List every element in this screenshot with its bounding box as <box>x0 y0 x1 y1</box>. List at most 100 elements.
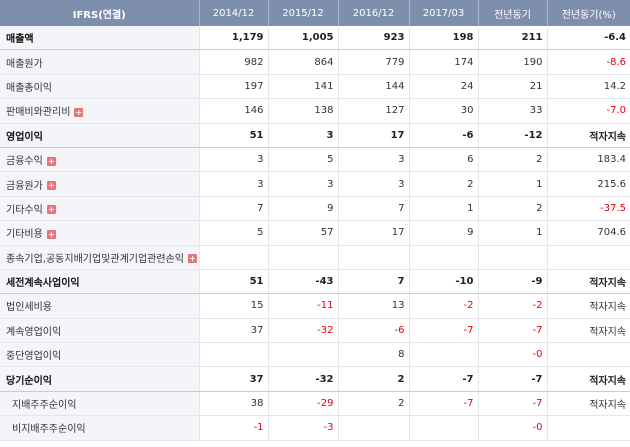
value-cell: 57 <box>267 220 338 246</box>
value-cell: -9 <box>477 269 547 295</box>
table-row: 기타비용 +5 57 17 9 1 704.6 <box>0 220 630 246</box>
value-cell: -0 <box>477 342 547 368</box>
value-cell <box>546 342 630 368</box>
row-label-cell: 법인세비용 <box>0 293 199 319</box>
value-cell: -43 <box>267 269 338 295</box>
table-row: 금융수익 +3 5 3 6 2 183.4 <box>0 147 630 173</box>
value-cell: 2 <box>337 366 409 392</box>
header-2016-12: 2016/12 <box>337 0 409 26</box>
value-cell: -3 <box>267 415 338 441</box>
value-cell: 923 <box>337 26 409 51</box>
value-cell: 33 <box>477 98 547 124</box>
table-row: 매출원가 982 864 779 174 190 -8.6 <box>0 49 630 75</box>
value-cell <box>267 245 338 270</box>
expand-plus-icon[interactable]: + <box>74 107 84 117</box>
value-cell <box>477 245 547 270</box>
value-cell: -11 <box>267 293 338 319</box>
expand-plus-icon[interactable]: + <box>46 229 56 239</box>
row-label: 종속기업,공동지배기업및관계기업관련손익 <box>6 253 184 265</box>
expand-plus-icon[interactable]: + <box>187 254 197 264</box>
expand-plus-icon[interactable]: + <box>46 205 56 215</box>
table-row: 매출액 1,179 1,005 923 198 211 -6.4 <box>0 26 630 51</box>
value-cell <box>198 245 268 270</box>
header-row: IFRS(연결) 2014/12 2015/12 2016/12 2017/03… <box>0 0 630 26</box>
row-label: 법인세비용 <box>6 302 52 314</box>
value-cell: -6.4 <box>546 26 630 51</box>
value-cell: 13 <box>337 293 409 319</box>
value-cell: 211 <box>477 26 547 51</box>
value-cell: 146 <box>198 98 268 124</box>
value-cell: 174 <box>408 49 478 75</box>
value-cell: -6 <box>337 318 409 344</box>
value-cell: 183.4 <box>546 147 630 173</box>
value-cell: 197 <box>198 74 268 100</box>
row-label-cell: 기타비용 + <box>0 220 199 246</box>
table-body: 매출액 1,179 1,005 923 198 211 -6.4 매출원가 982 864 779 1… <box>0 26 630 441</box>
value-cell: -37.5 <box>546 196 630 222</box>
header-2017-03: 2017/03 <box>408 0 478 26</box>
value-cell: -1 <box>198 415 268 441</box>
value-cell <box>337 415 409 441</box>
value-cell: -7 <box>408 366 478 392</box>
header-2015-12: 2015/12 <box>267 0 338 26</box>
value-cell: 3 <box>198 171 268 197</box>
value-cell <box>408 415 478 441</box>
row-label: 영업이익 <box>6 131 43 143</box>
row-label: 금융원가 <box>6 180 43 192</box>
value-cell: -32 <box>267 318 338 344</box>
row-label-cell: 계속영업이익 <box>0 318 199 344</box>
value-cell: 9 <box>408 220 478 246</box>
value-cell: -12 <box>477 123 547 148</box>
value-cell: 37 <box>198 318 268 344</box>
value-cell: 190 <box>477 49 547 75</box>
table-row: 영업이익 51 3 17 -6 -12 적자지속 <box>0 123 630 148</box>
row-label-cell: 비지배주주순이익 <box>0 415 199 441</box>
row-label-cell: 당기순이익 <box>0 366 199 392</box>
value-cell <box>408 342 478 368</box>
value-cell: 51 <box>198 123 268 148</box>
value-cell <box>546 415 630 441</box>
header-prev-period-pct: 전년동기(%) <box>546 0 630 26</box>
value-cell: 1 <box>477 171 547 197</box>
value-cell: 1 <box>408 196 478 222</box>
value-cell <box>546 245 630 270</box>
row-label: 매출원가 <box>6 58 43 70</box>
value-cell: -7 <box>408 318 478 344</box>
table-row: 중단영업이익 8 -0 <box>0 342 630 368</box>
value-cell: -10 <box>408 269 478 295</box>
value-cell: -7 <box>477 318 547 344</box>
value-cell: 5 <box>198 220 268 246</box>
row-label: 비지배주주순이익 <box>12 424 86 436</box>
value-cell: 127 <box>337 98 409 124</box>
value-cell: 141 <box>267 74 338 100</box>
row-label-cell: 기타수익 + <box>0 196 199 222</box>
row-label-cell: 매출액 <box>0 26 199 51</box>
value-cell: 3 <box>337 147 409 173</box>
value-cell: -6 <box>408 123 478 148</box>
value-cell: 2 <box>337 391 409 417</box>
row-label: 금융수익 <box>6 156 43 168</box>
value-cell: 5 <box>267 147 338 173</box>
row-label: 계속영업이익 <box>6 326 62 338</box>
table-row: 세전계속사업이익 51 -43 7 -10 -9 적자지속 <box>0 269 630 295</box>
value-cell: 138 <box>267 98 338 124</box>
value-cell: 적자지속 <box>546 391 630 417</box>
value-cell: 864 <box>267 49 338 75</box>
value-cell: 30 <box>408 98 478 124</box>
table-row: 판매비와관리비 +146 138 127 30 33 -7.0 <box>0 98 630 124</box>
table-row: 기타수익 +7 9 7 1 2 -37.5 <box>0 196 630 222</box>
table-row: 종속기업,공동지배기업및관계기업관련손익 + <box>0 245 630 270</box>
expand-plus-icon[interactable]: + <box>46 181 56 191</box>
row-label-cell: 세전계속사업이익 <box>0 269 199 295</box>
value-cell: 38 <box>198 391 268 417</box>
value-cell: 3 <box>267 171 338 197</box>
value-cell: 적자지속 <box>546 293 630 319</box>
expand-plus-icon[interactable]: + <box>46 156 56 166</box>
value-cell: 2 <box>408 171 478 197</box>
value-cell: 198 <box>408 26 478 51</box>
row-label-cell: 매출총이익 <box>0 74 199 100</box>
row-label-cell: 매출원가 <box>0 49 199 75</box>
value-cell: 14.2 <box>546 74 630 100</box>
table-row: 지배주주순이익 38 -29 2 -7 -7 적자지속 <box>0 391 630 417</box>
value-cell: 1 <box>477 220 547 246</box>
